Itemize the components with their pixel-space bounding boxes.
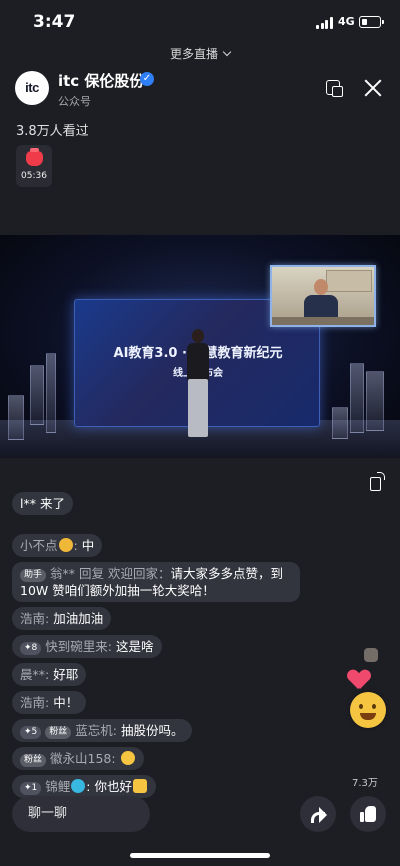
grin-emoji-icon (350, 692, 386, 728)
thumbs-up-emoji-icon (132, 779, 147, 793)
list-item: ✦8 快到碗里来: 这是啥 (12, 635, 312, 663)
clock: 3:47 (33, 12, 76, 32)
live-video[interactable]: AI教育3.0 · 智慧教育新纪元 线上发布会 (0, 235, 400, 458)
float-window-icon[interactable] (323, 77, 347, 101)
helper-badge: 助手 (20, 569, 47, 582)
chevron-down-icon (222, 47, 232, 57)
signal-icon (316, 17, 333, 29)
thumbs-up-float-icon (364, 648, 378, 662)
verified-check-icon: ✓ (140, 72, 154, 86)
network-type: 4G (338, 15, 355, 28)
list-item: 助手 翁** 回复 欢迎回家：请大家多多点赞，到 10W 赞咱们额外加抽一轮大奖哈… (12, 562, 312, 607)
close-icon[interactable] (361, 76, 385, 100)
share-icon (309, 807, 327, 823)
stage-pillar (332, 407, 348, 439)
thumbs-up-icon (360, 806, 376, 822)
red-packet-icon (26, 148, 43, 166)
list-item: l** 来了 (12, 492, 312, 534)
picture-in-picture (270, 265, 376, 327)
list-item: 浩南: 加油加油 (12, 607, 312, 635)
grin-emoji-icon (120, 751, 135, 765)
comment-list[interactable]: l** 来了 小不点: 中 助手 翁** 回复 欢迎回家：请大家多多点赞，到 10… (12, 492, 312, 803)
list-item: 晨**: 好耶 (12, 663, 312, 691)
level-badge: ✦5 (20, 726, 42, 739)
heart-icon (348, 670, 370, 690)
bowl-emoji-icon (58, 538, 73, 552)
avatar[interactable]: itc (15, 71, 49, 105)
red-packet-timer: 05:36 (21, 171, 47, 181)
status-bar: 3:47 4G (0, 0, 400, 46)
rotate-screen-icon[interactable] (369, 472, 387, 491)
home-indicator[interactable] (130, 853, 270, 858)
battery-icon (359, 16, 384, 28)
list-item: ✦5 粉丝 蓝忘机: 抽股份吗。 (12, 719, 312, 747)
like-button[interactable] (350, 796, 386, 832)
list-item: 小不点: 中 (12, 534, 312, 562)
account-type: 公众号 (58, 95, 91, 108)
stage-pillar (366, 371, 384, 431)
stage-pillar (350, 363, 364, 433)
share-button[interactable] (300, 796, 336, 832)
fans-badge: 粉丝 (45, 726, 72, 739)
presenter (183, 329, 213, 447)
level-badge: ✦8 (20, 642, 42, 655)
stage-pillar (46, 353, 56, 433)
account-name[interactable]: itc 保伦股份 (58, 70, 144, 91)
list-item: 浩南: 中！ (12, 691, 312, 719)
red-packet-button[interactable]: 05:36 (16, 145, 52, 187)
fans-badge: 粉丝 (20, 754, 47, 767)
viewer-count: 3.8万人看过 (16, 124, 89, 139)
list-item: 粉丝 徽永山158: (12, 747, 312, 775)
more-live-label: 更多直播 (169, 47, 218, 61)
chat-input[interactable]: 聊一聊 (12, 796, 150, 832)
more-live-button[interactable]: 更多直播 (0, 45, 400, 62)
level-badge: ✦1 (20, 782, 42, 795)
like-count: 7.3万 (352, 778, 378, 789)
fish-emoji-icon (71, 779, 86, 793)
stage-pillar (30, 365, 44, 425)
stage-pillar (8, 395, 24, 440)
